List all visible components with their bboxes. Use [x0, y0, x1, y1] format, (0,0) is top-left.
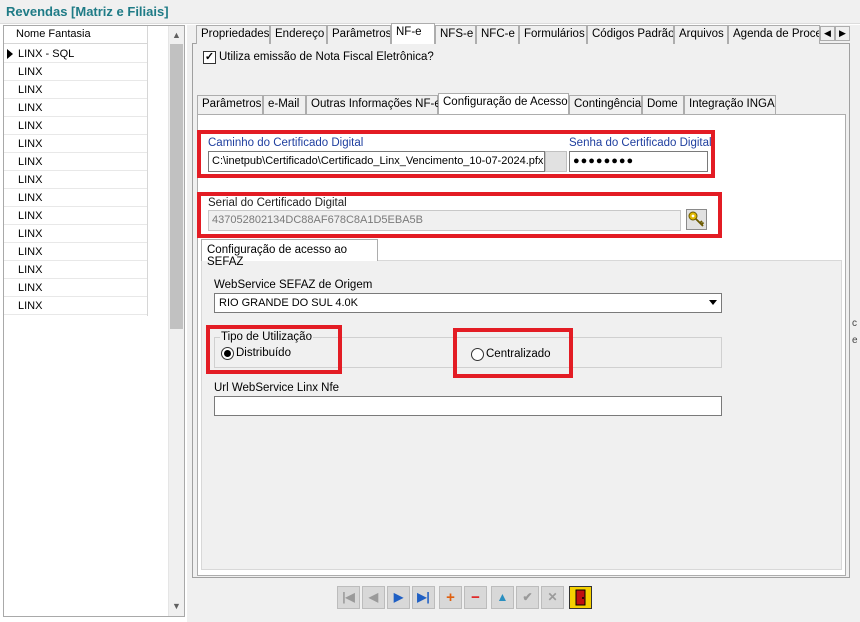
post-record-icon[interactable]: ✔	[516, 586, 539, 609]
door-icon	[575, 589, 586, 606]
grid-row[interactable]: LINX	[4, 63, 147, 81]
grid-cell-nome-fantasia: LINX	[18, 300, 43, 312]
grid-header-label: Nome Fantasia	[16, 28, 91, 40]
chevron-down-icon[interactable]	[709, 300, 717, 305]
grid-row[interactable]: LINX	[4, 189, 147, 207]
window-title: Revendas [Matriz e Filiais]	[6, 4, 169, 19]
highlight-box-distribuido	[206, 325, 342, 374]
webservice-label: WebService SEFAZ de Origem	[214, 279, 373, 291]
grid-header-nome-fantasia[interactable]: Nome Fantasia	[4, 26, 147, 44]
grid-cell-nome-fantasia: LINX - SQL	[18, 48, 75, 60]
grid-row[interactable]: LINX	[4, 171, 147, 189]
tab-agenda-de-proces[interactable]: Agenda de Proces	[728, 25, 820, 44]
grid-cell-nome-fantasia: LINX	[18, 192, 43, 204]
tab-formul-rios[interactable]: Formulários	[519, 25, 587, 44]
grid-cell-nome-fantasia: LINX	[18, 210, 43, 222]
grid-row[interactable]: LINX	[4, 297, 147, 315]
grid-cell-nome-fantasia: LINX	[18, 246, 43, 258]
current-row-marker-icon	[7, 49, 13, 59]
subtab-configura-o-de-acesso[interactable]: Configuração de Acesso	[438, 93, 569, 114]
grid-row[interactable]: LINX	[4, 261, 147, 279]
cancel-record-icon[interactable]: ✕	[541, 586, 564, 609]
tab-c-digos-padr-o[interactable]: Códigos Padrão	[587, 25, 674, 44]
tab-scroll-right-icon[interactable]: ▶	[835, 26, 850, 41]
delete-record-icon[interactable]: −	[464, 586, 487, 609]
scroll-down-icon[interactable]: ▼	[170, 599, 183, 613]
nfe-checkbox[interactable]: ✓	[203, 51, 216, 64]
tab-sefaz-config[interactable]: Configuração de acesso ao SEFAZ	[201, 239, 378, 268]
grid-cell-nome-fantasia: LINX	[18, 174, 43, 186]
subtab-integra-o-inga[interactable]: Integração INGA	[684, 95, 776, 114]
tab-propriedades[interactable]: Propriedades	[196, 25, 270, 44]
grid-cell-nome-fantasia: LINX	[18, 66, 43, 78]
grid-row[interactable]: LINX	[4, 99, 147, 117]
grid-column-divider	[147, 26, 148, 316]
window-title-bar: Revendas [Matriz e Filiais]	[0, 0, 860, 24]
subtab-par-metros[interactable]: Parâmetros	[197, 95, 263, 114]
grid-cell-nome-fantasia: LINX	[18, 138, 43, 150]
revendas-grid[interactable]: Nome Fantasia LINX - SQL LINX LINX LINX LINX…	[3, 25, 185, 617]
webservice-select[interactable]: RIO GRANDE DO SUL 4.0K	[214, 293, 722, 313]
grid-cell-nome-fantasia: LINX	[18, 264, 43, 276]
grid-cell-nome-fantasia: LINX	[18, 120, 43, 132]
grid-row[interactable]: LINX	[4, 153, 147, 171]
grid-row[interactable]: LINX	[4, 207, 147, 225]
tab-nfs-e[interactable]: NFS-e	[435, 25, 476, 44]
nfe-checkbox-label: Utiliza emissão de Nota Fiscal Eletrônic…	[219, 51, 434, 63]
grid-cell-nome-fantasia: LINX	[18, 102, 43, 114]
grid-row[interactable]: LINX	[4, 81, 147, 99]
grid-cell-nome-fantasia: LINX	[18, 282, 43, 294]
grid-row[interactable]: LINX	[4, 117, 147, 135]
grid-row[interactable]: LINX	[4, 135, 147, 153]
edge-text-fragment: e	[852, 335, 858, 346]
grid-cell-nome-fantasia: LINX	[18, 228, 43, 240]
tab-par-metros[interactable]: Parâmetros	[327, 25, 391, 44]
last-record-icon[interactable]: ▶|	[412, 586, 435, 609]
url-webservice-input[interactable]	[214, 396, 722, 416]
webservice-select-value: RIO GRANDE DO SUL 4.0K	[219, 297, 358, 309]
tab-nfc-e[interactable]: NFC-e	[476, 25, 519, 44]
first-record-icon[interactable]: |◀	[337, 586, 360, 609]
tab-scroll-left-icon[interactable]: ◀	[820, 26, 835, 41]
subtab-conting-ncia[interactable]: Contingência	[569, 95, 642, 114]
grid-row[interactable]: LINX	[4, 225, 147, 243]
highlight-box-cert-path	[197, 130, 715, 178]
edit-record-icon[interactable]: ▲	[491, 586, 514, 609]
highlight-box-serial	[197, 192, 722, 238]
subtab-outras-informa-es-nf-e[interactable]: Outras Informações NF-e	[306, 95, 441, 114]
tab-arquivos[interactable]: Arquivos	[674, 25, 728, 44]
subtab-dome[interactable]: Dome	[642, 95, 684, 114]
insert-record-icon[interactable]: +	[439, 586, 462, 609]
tab-nf-e[interactable]: NF-e	[391, 23, 435, 44]
prior-record-icon[interactable]: ◀	[362, 586, 385, 609]
subtab-e-mail[interactable]: e-Mail	[263, 95, 306, 114]
exit-door-icon[interactable]	[569, 586, 592, 609]
grid-scroll-thumb[interactable]	[170, 44, 183, 329]
grid-row[interactable]: LINX	[4, 279, 147, 297]
edge-text-fragment: c	[852, 318, 857, 329]
scroll-up-icon[interactable]: ▲	[170, 28, 183, 42]
tab-endere-o[interactable]: Endereço	[270, 25, 327, 44]
next-record-icon[interactable]: ▶	[387, 586, 410, 609]
grid-cell-nome-fantasia: LINX	[18, 84, 43, 96]
highlight-box-centralizado	[453, 328, 573, 378]
grid-row[interactable]: LINX - SQL	[4, 45, 147, 63]
grid-cell-nome-fantasia: LINX	[18, 156, 43, 168]
grid-row[interactable]: LINX	[4, 243, 147, 261]
url-webservice-label: Url WebService Linx Nfe	[214, 382, 340, 394]
